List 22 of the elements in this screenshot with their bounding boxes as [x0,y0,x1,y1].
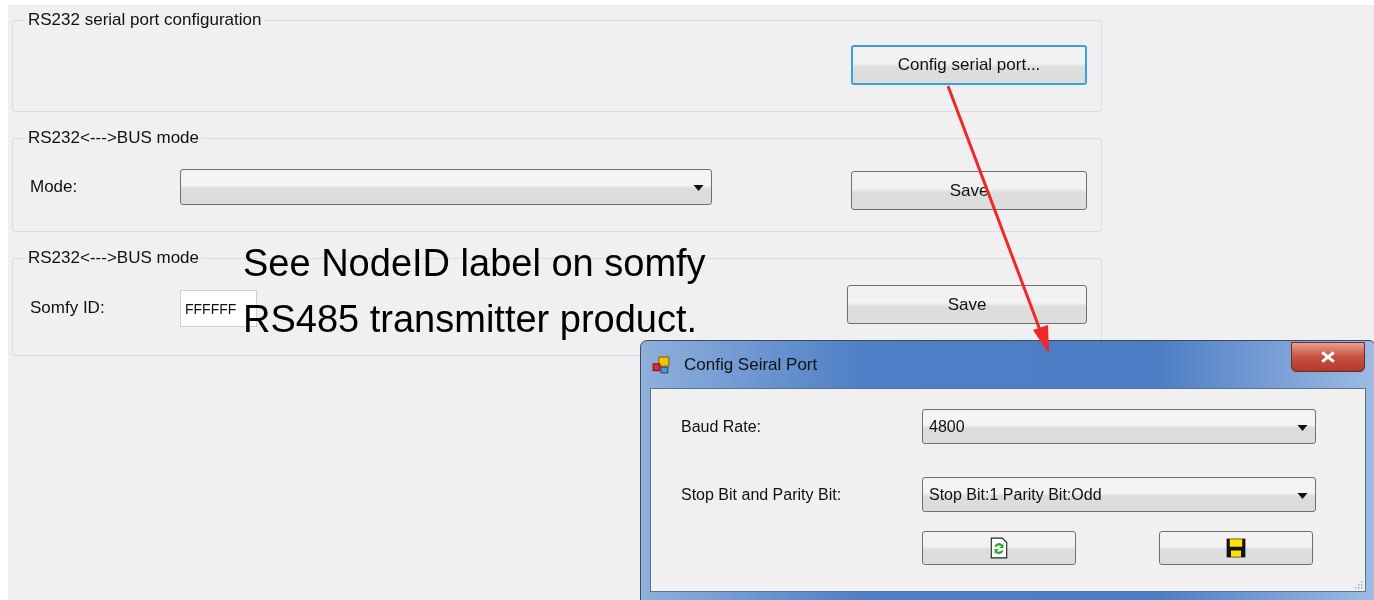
dialog-title: Config Seiral Port [684,354,818,375]
mode-dropdown[interactable] [180,169,712,205]
caret-icon [693,185,704,191]
refresh-button[interactable] [922,531,1076,565]
app-icon [652,355,670,374]
dropdown[interactable]: Stop Bit:1 Parity Bit:Odd [922,477,1316,512]
caret-icon [1297,493,1308,499]
refresh-icon [990,537,1008,559]
mode-label: Mode: [30,176,79,197]
group-title: RS232 serial port configuration [25,10,265,30]
field-label: Stop Bit and Parity Bit: [681,485,843,504]
caret-icon [1297,425,1308,431]
somfy-id-label: Somfy ID: [30,297,106,318]
save-button[interactable]: Save [847,285,1087,324]
close-icon [1321,351,1335,363]
dropdown[interactable]: 4800 [922,409,1316,444]
config-serial-port-button[interactable]: Config serial port... [851,45,1087,85]
close-button[interactable] [1291,342,1365,372]
save-button[interactable]: Save [851,171,1087,210]
save-button[interactable] [1159,531,1313,565]
field-label: Baud Rate: [681,417,763,436]
resize-grip-icon [1353,579,1363,589]
